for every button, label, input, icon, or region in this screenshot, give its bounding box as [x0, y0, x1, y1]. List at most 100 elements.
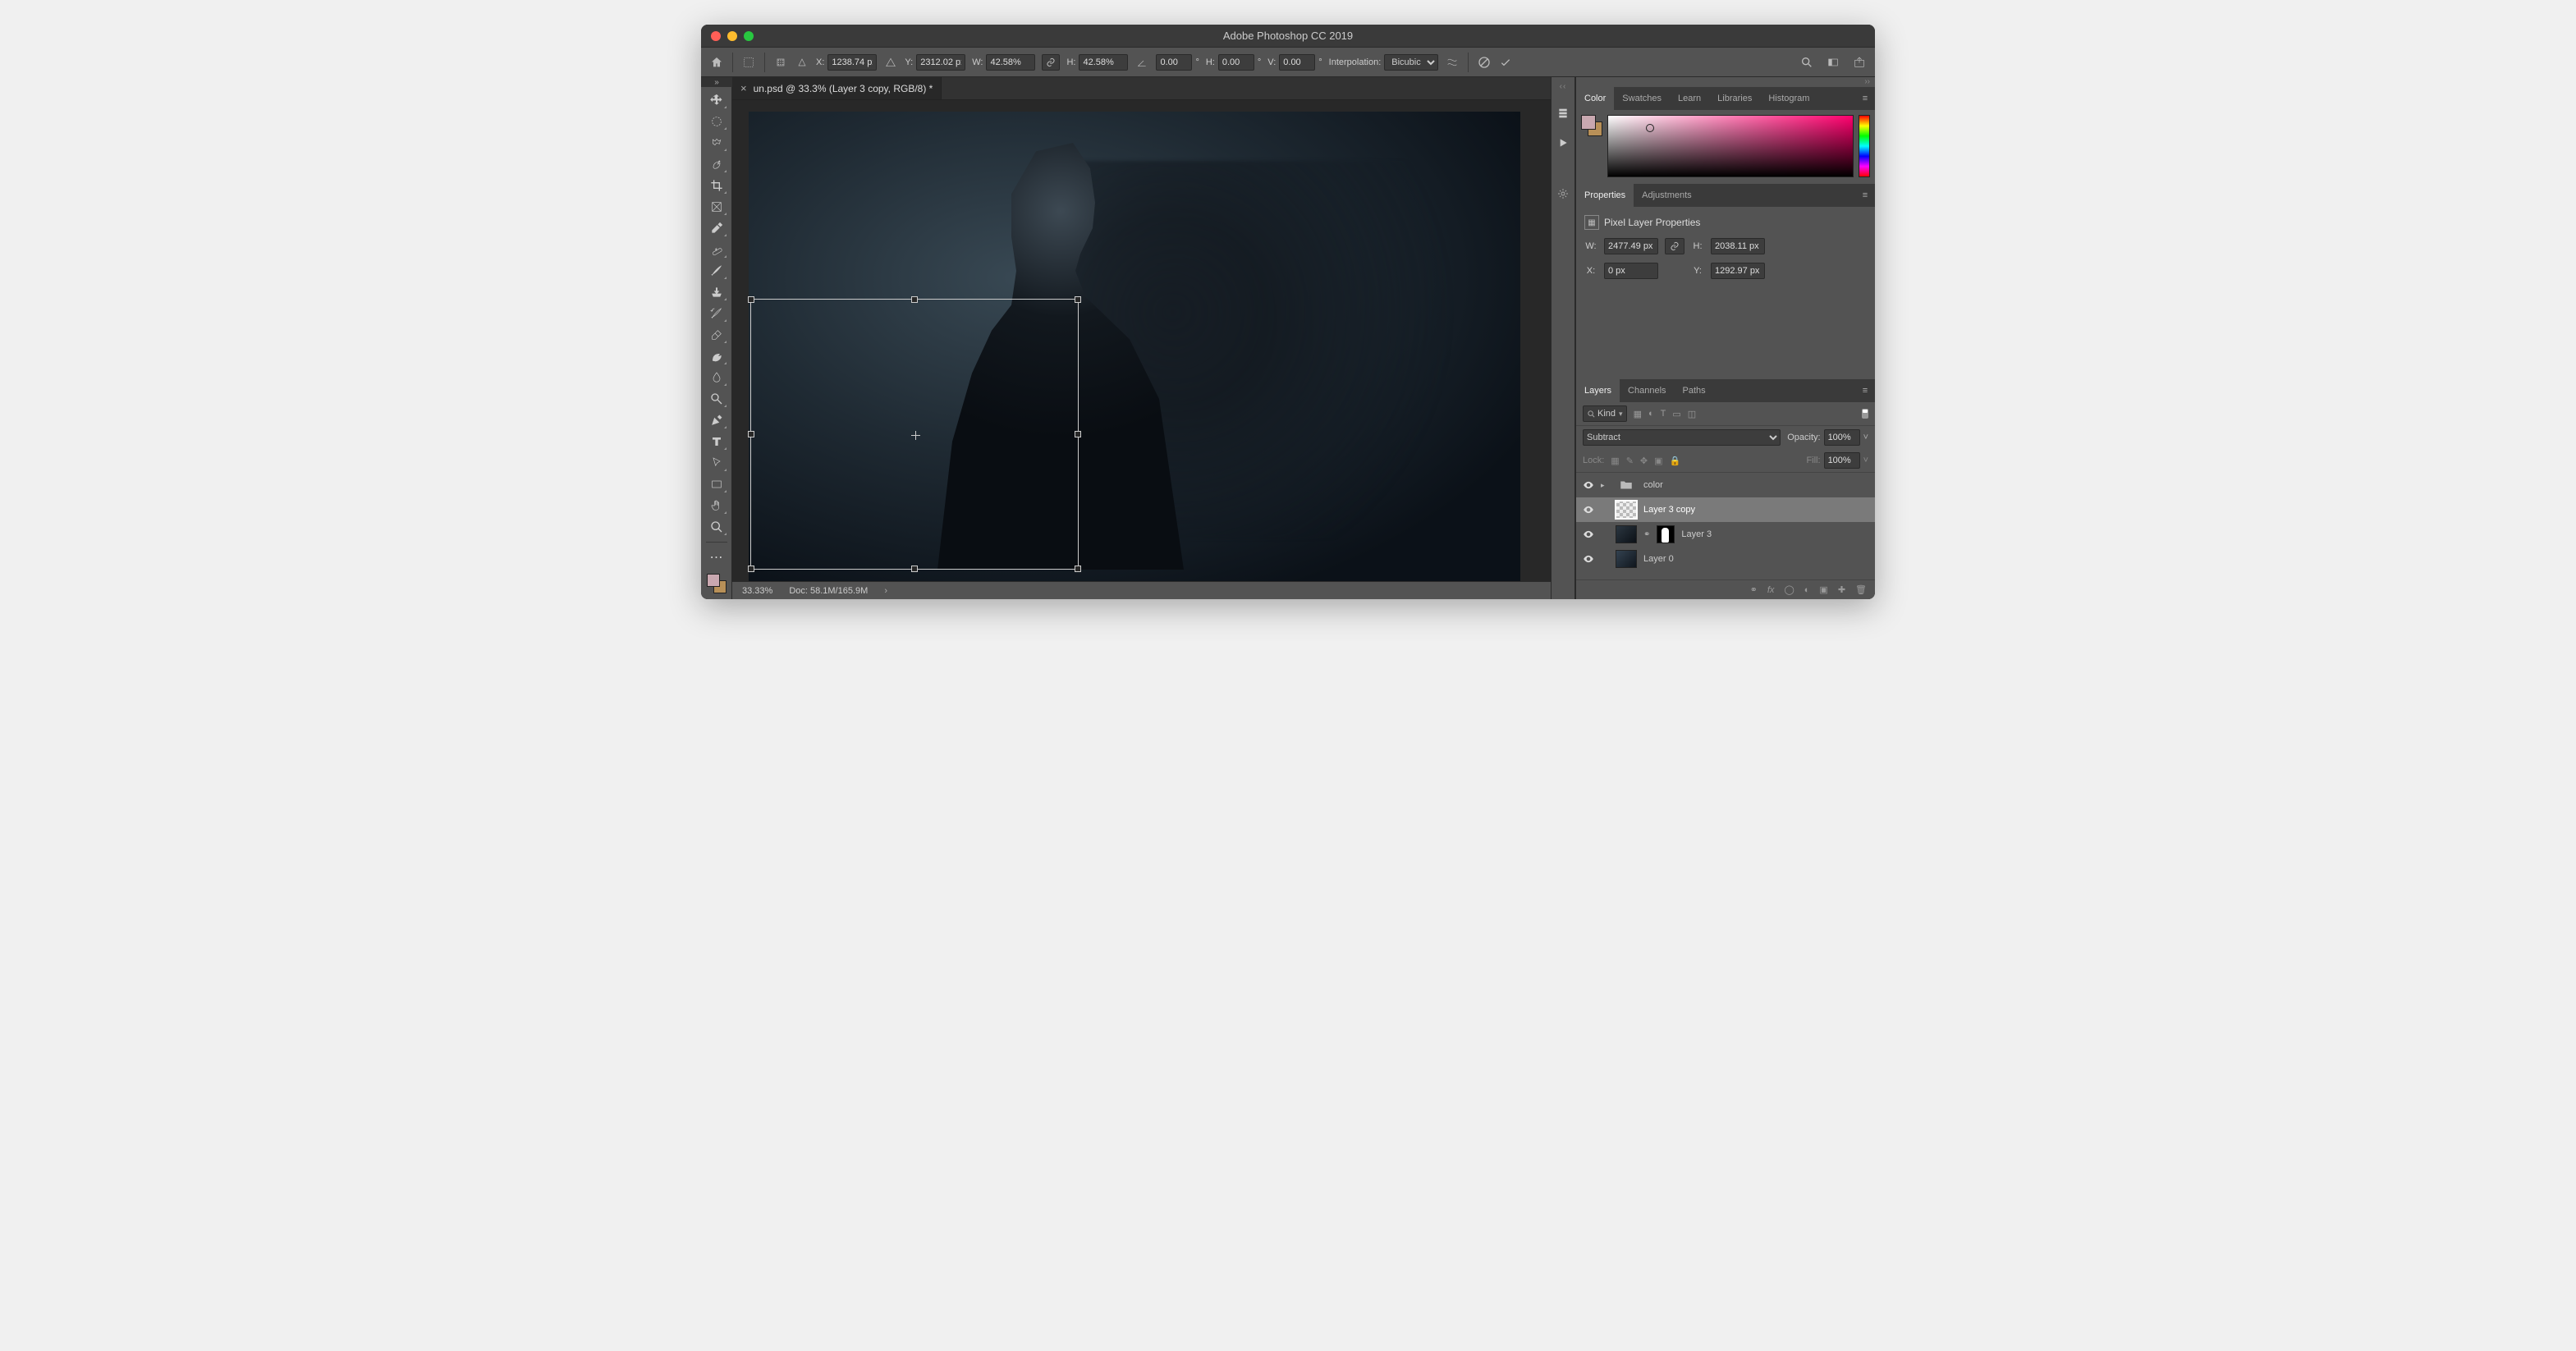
prop-link-wh[interactable]	[1665, 238, 1684, 254]
link-layers-icon[interactable]: ⚭	[1750, 584, 1758, 595]
tab-learn[interactable]: Learn	[1670, 87, 1709, 110]
rectangle-tool[interactable]	[704, 474, 729, 494]
tab-swatches[interactable]: Swatches	[1614, 87, 1670, 110]
filter-pixel-icon[interactable]: ▦	[1634, 409, 1642, 419]
skew-v-input[interactable]	[1279, 54, 1315, 71]
layer-name[interactable]: color	[1643, 480, 1663, 490]
layer-name[interactable]: Layer 0	[1643, 554, 1674, 564]
lasso-tool[interactable]	[704, 133, 729, 153]
layer-thumb[interactable]	[1616, 525, 1637, 543]
new-layer-icon[interactable]: ✚	[1838, 584, 1845, 595]
warp-mode-button[interactable]	[1445, 55, 1460, 70]
eyedropper-tool[interactable]	[704, 218, 729, 238]
prop-h-input[interactable]	[1711, 238, 1765, 254]
frame-tool[interactable]	[704, 197, 729, 217]
layer-thumb[interactable]	[1616, 501, 1637, 519]
foreground-color-swatch[interactable]	[707, 574, 720, 587]
height-input[interactable]	[1079, 54, 1128, 71]
fill-input[interactable]	[1824, 452, 1860, 469]
color-field[interactable]	[1607, 115, 1854, 177]
clone-stamp-tool[interactable]	[704, 282, 729, 302]
filter-smart-icon[interactable]: ◫	[1688, 409, 1696, 419]
visibility-toggle[interactable]	[1583, 553, 1594, 565]
transform-handle-ml[interactable]	[748, 431, 754, 437]
marquee-tool[interactable]	[704, 112, 729, 131]
opacity-input[interactable]	[1824, 429, 1860, 446]
search-button[interactable]	[1799, 55, 1814, 70]
eraser-tool[interactable]	[704, 325, 729, 345]
transform-handle-tr[interactable]	[1075, 296, 1081, 303]
quick-select-tool[interactable]	[704, 154, 729, 174]
filter-adjust-icon[interactable]: ◐	[1648, 409, 1654, 419]
tab-libraries[interactable]: Libraries	[1709, 87, 1760, 110]
tab-properties[interactable]: Properties	[1576, 184, 1634, 207]
zoom-tool[interactable]	[704, 517, 729, 537]
hue-slider[interactable]	[1859, 115, 1870, 177]
blur-tool[interactable]	[704, 368, 729, 387]
fill-chevron-icon[interactable]: ˅	[1863, 456, 1868, 465]
transform-center-icon[interactable]	[911, 431, 920, 440]
adjustment-layer-icon[interactable]: ◐	[1804, 585, 1810, 595]
x-position-input[interactable]	[827, 54, 877, 71]
blend-mode-select[interactable]: Subtract	[1583, 429, 1781, 446]
group-disclosure-icon[interactable]: ▸	[1601, 481, 1609, 490]
healing-brush-tool[interactable]	[704, 240, 729, 259]
rotate-input[interactable]	[1156, 54, 1192, 71]
dodge-tool[interactable]	[704, 389, 729, 409]
width-input[interactable]	[986, 54, 1035, 71]
new-group-icon[interactable]: ▣	[1819, 584, 1827, 595]
tab-histogram[interactable]: Histogram	[1760, 87, 1817, 110]
visibility-toggle[interactable]	[1583, 479, 1594, 491]
crop-tool[interactable]	[704, 176, 729, 195]
layers-panel-menu-icon[interactable]: ≡	[1855, 379, 1875, 402]
properties-panel-menu-icon[interactable]: ≡	[1855, 184, 1875, 207]
transform-handle-tl[interactable]	[748, 296, 754, 303]
pen-tool[interactable]	[704, 410, 729, 430]
prop-y-input[interactable]	[1711, 263, 1765, 279]
share-button[interactable]	[1852, 55, 1867, 70]
actions-panel-icon[interactable]	[1555, 135, 1571, 151]
status-more-icon[interactable]: ›	[884, 586, 887, 596]
tab-paths[interactable]: Paths	[1675, 379, 1714, 402]
layer-name[interactable]: Layer 3 copy	[1643, 505, 1695, 515]
filter-type-icon[interactable]: T	[1661, 409, 1666, 419]
document-tab[interactable]: × un.psd @ 33.3% (Layer 3 copy, RGB/8) *	[732, 77, 942, 99]
layer-filter-dropdown[interactable]: Kind ▾	[1583, 405, 1627, 422]
zoom-readout[interactable]: 33.33%	[742, 586, 772, 596]
edit-toolbar-button[interactable]: ⋯	[704, 547, 729, 567]
lock-artboard-icon[interactable]: ▣	[1654, 456, 1662, 466]
workspace-button[interactable]	[1826, 55, 1840, 70]
transform-handle-tm[interactable]	[911, 296, 918, 303]
close-document-icon[interactable]: ×	[740, 82, 747, 94]
move-tool[interactable]	[704, 90, 729, 110]
history-brush-tool[interactable]	[704, 304, 729, 323]
lock-pixels-icon[interactable]: ✎	[1626, 456, 1634, 466]
lock-position-icon[interactable]: ✥	[1640, 456, 1648, 466]
home-button[interactable]	[709, 55, 724, 70]
canvas[interactable]	[749, 112, 1520, 581]
filter-toggle[interactable]	[1862, 409, 1868, 419]
path-select-tool[interactable]	[704, 453, 729, 473]
prop-x-input[interactable]	[1604, 263, 1658, 279]
transform-handle-mr[interactable]	[1075, 431, 1081, 437]
visibility-toggle[interactable]	[1583, 529, 1594, 540]
layer-row-group[interactable]: ▸ color	[1576, 473, 1875, 497]
layer-row[interactable]: ⚭ Layer 3	[1576, 522, 1875, 547]
transform-icon[interactable]	[741, 55, 756, 70]
tab-channels[interactable]: Channels	[1620, 379, 1674, 402]
tab-adjustments[interactable]: Adjustments	[1634, 184, 1700, 207]
layer-mask-thumb[interactable]	[1657, 525, 1675, 543]
panels-collapse-icon[interactable]: ››	[1576, 77, 1875, 87]
transform-handle-bm[interactable]	[911, 566, 918, 572]
lock-all-icon[interactable]: 🔒	[1670, 456, 1681, 466]
mask-link-icon[interactable]: ⚭	[1643, 530, 1650, 539]
gradient-tool[interactable]	[704, 346, 729, 366]
brush-tool[interactable]	[704, 261, 729, 281]
delete-layer-icon[interactable]: 🗑	[1855, 584, 1867, 595]
tab-layers[interactable]: Layers	[1576, 379, 1620, 402]
prop-w-input[interactable]	[1604, 238, 1658, 254]
color-panel-menu-icon[interactable]: ≡	[1855, 87, 1875, 110]
transform-handle-bl[interactable]	[748, 566, 754, 572]
lock-transparency-icon[interactable]: ▦	[1611, 456, 1619, 466]
visibility-toggle[interactable]	[1583, 504, 1594, 515]
